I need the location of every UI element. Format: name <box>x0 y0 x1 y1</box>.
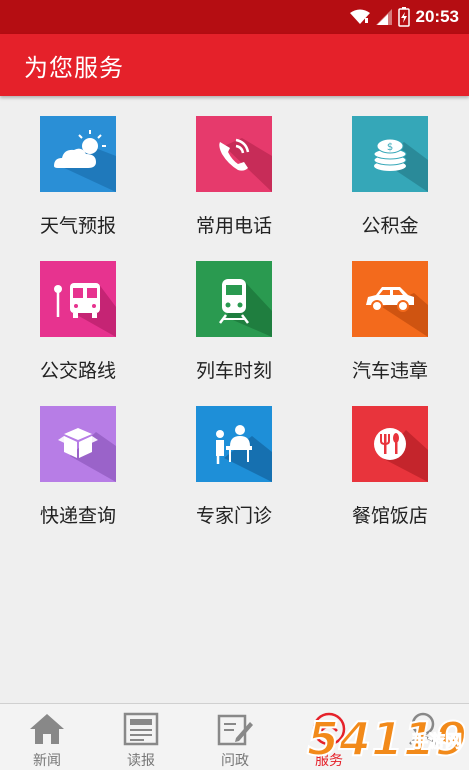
car-tile[interactable] <box>352 261 428 337</box>
service-label: 天气预报 <box>39 215 116 237</box>
doctor-tile[interactable] <box>196 406 272 482</box>
phone-icon <box>196 116 272 192</box>
tab-label: 问政 <box>221 753 249 769</box>
status-icons: 20:53 <box>349 6 459 28</box>
train-icon <box>196 261 272 337</box>
service-label: 汽车违章 <box>351 360 428 382</box>
newspaper-icon <box>123 712 159 746</box>
bus-tile[interactable] <box>40 261 116 337</box>
weather-tile[interactable] <box>40 116 116 192</box>
restaurant-icon <box>352 406 428 482</box>
service-label: 餐馆饭店 <box>351 505 428 527</box>
package-tile[interactable] <box>40 406 116 482</box>
service-car[interactable]: 汽车违章 <box>312 241 468 386</box>
service-weather[interactable]: 天气预报 <box>0 96 156 241</box>
service-express[interactable]: 快递查询 <box>0 386 156 531</box>
service-label: 公积金 <box>361 215 419 237</box>
service-bus[interactable]: 公交路线 <box>0 241 156 386</box>
home-icon <box>30 714 64 744</box>
tab-label: 新闻 <box>33 753 61 769</box>
doctor-icon <box>196 406 272 482</box>
service-fund[interactable]: $ 公积金 <box>312 96 468 241</box>
service-label: 常用电话 <box>195 215 272 237</box>
svg-text:$: $ <box>387 142 393 153</box>
svg-text:手游网: 手游网 <box>411 731 462 752</box>
package-icon <box>40 406 116 482</box>
bus-icon <box>40 261 116 337</box>
status-bar: 20:53 <box>0 0 469 34</box>
coins-tile[interactable]: $ <box>352 116 428 192</box>
train-tile[interactable] <box>196 261 272 337</box>
edit-icon <box>217 714 253 746</box>
service-phone[interactable]: 常用电话 <box>156 96 312 241</box>
restaurant-tile[interactable] <box>352 406 428 482</box>
tab-label: 读报 <box>127 753 155 769</box>
tab-newspaper[interactable]: 读报 <box>94 704 188 770</box>
service-label: 快递查询 <box>39 505 116 527</box>
coins-icon: $ <box>352 116 428 192</box>
watermark-logo: 54119 手游网 <box>306 711 465 767</box>
signal-icon <box>375 9 392 25</box>
tab-news[interactable]: 新闻 <box>0 704 94 770</box>
wifi-icon <box>349 9 370 24</box>
service-label: 列车时刻 <box>195 360 272 382</box>
service-doctor[interactable]: 专家门诊 <box>156 386 312 531</box>
service-train[interactable]: 列车时刻 <box>156 241 312 386</box>
service-label: 公交路线 <box>39 360 116 382</box>
phone-tile[interactable] <box>196 116 272 192</box>
tab-politics[interactable]: 问政 <box>188 704 282 770</box>
battery-icon <box>397 7 410 27</box>
weather-icon <box>40 116 116 192</box>
app-bar: 为您服务 <box>0 34 469 96</box>
page-title: 为您服务 <box>24 54 124 82</box>
status-time: 20:53 <box>415 7 459 26</box>
service-restaurant[interactable]: 餐馆饭店 <box>312 386 468 531</box>
service-label: 专家门诊 <box>195 505 272 527</box>
car-icon <box>352 261 428 337</box>
